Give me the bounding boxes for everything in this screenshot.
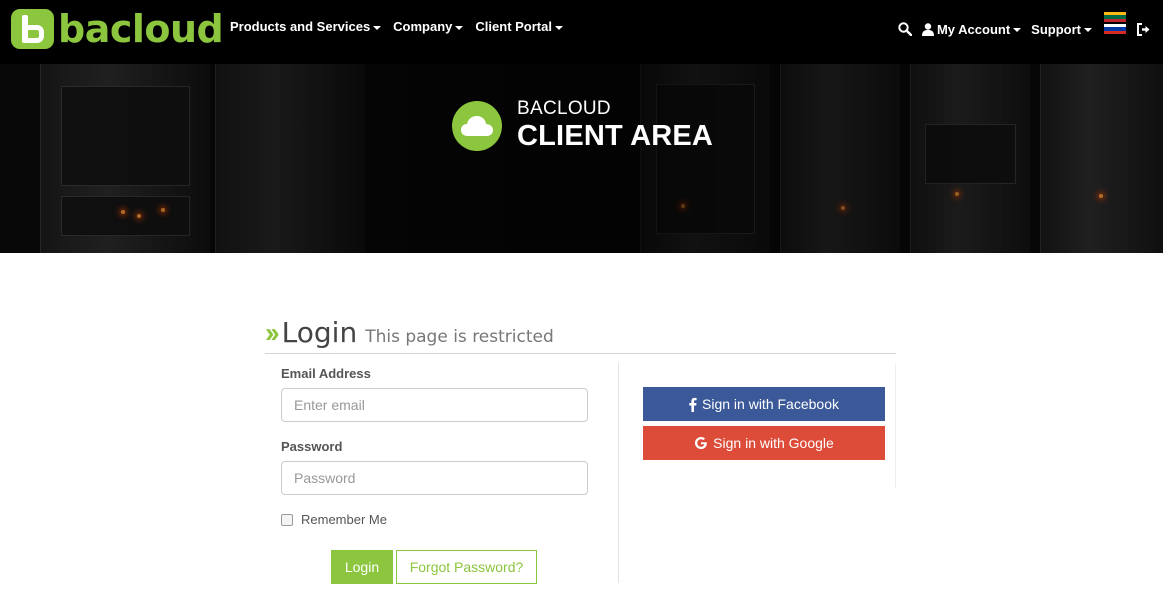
my-account-menu[interactable]: My Account: [921, 21, 1022, 37]
password-field[interactable]: [281, 461, 588, 495]
logo-b-icon: [11, 9, 54, 49]
language-switcher: [1104, 12, 1126, 46]
main-menu: Products and Services Company Client Por…: [230, 19, 563, 34]
hero-heading: CLIENT AREA: [517, 120, 714, 152]
caret-down-icon: [455, 25, 464, 30]
caret-down-icon: [554, 25, 563, 30]
my-account-label: My Account: [936, 21, 1011, 37]
caret-down-icon: [1084, 28, 1092, 32]
support-menu[interactable]: Support: [1031, 22, 1092, 37]
email-field[interactable]: [281, 388, 588, 422]
google-signin-label: Sign in with Google: [713, 435, 834, 451]
google-signin-button[interactable]: Sign in with Google: [643, 426, 885, 460]
page-title: Login: [281, 316, 358, 349]
nav-company[interactable]: Company: [393, 19, 464, 34]
nav-label: Products and Services: [230, 19, 371, 34]
facebook-signin-button[interactable]: Sign in with Facebook: [643, 387, 885, 421]
logout-icon[interactable]: [1136, 22, 1151, 36]
page-subtitle: This page is restricted: [365, 327, 554, 347]
cloud-icon: [452, 101, 502, 151]
column-divider: [618, 363, 619, 583]
nav-products-and-services[interactable]: Products and Services: [230, 19, 382, 34]
caret-down-icon: [1013, 28, 1022, 32]
caret-down-icon: [373, 25, 382, 30]
lithuania-flag-icon[interactable]: [1104, 12, 1126, 22]
nav-client-portal[interactable]: Client Portal: [475, 19, 563, 34]
utility-menu: My Account Support: [898, 12, 1151, 46]
user-icon: [921, 22, 934, 36]
login-button[interactable]: Login: [331, 550, 393, 584]
google-icon: [694, 436, 708, 450]
double-chevron-icon: ››: [265, 317, 280, 348]
remember-me[interactable]: Remember Me: [281, 512, 387, 527]
facebook-signin-label: Sign in with Facebook: [702, 396, 839, 412]
email-label: Email Address: [281, 366, 371, 381]
logo-text: bacloud: [58, 7, 224, 51]
remember-me-label: Remember Me: [301, 512, 387, 527]
hero-banner: BACLOUD CLIENT AREA: [0, 64, 1163, 253]
top-navbar: bacloud Products and Services Company Cl…: [0, 0, 1163, 64]
login-header: ›› Login This page is restricted: [265, 316, 896, 354]
nav-label: Client Portal: [475, 19, 552, 34]
hero-title: BACLOUD CLIENT AREA: [452, 99, 713, 153]
russia-flag-icon[interactable]: [1104, 24, 1126, 34]
hero-subtitle: BACLOUD: [517, 98, 611, 119]
password-label: Password: [281, 439, 343, 454]
nav-label: Company: [393, 19, 453, 34]
forgot-password-button[interactable]: Forgot Password?: [396, 550, 537, 584]
support-label: Support: [1031, 21, 1081, 37]
column-divider: [895, 363, 896, 488]
bacloud-logo[interactable]: bacloud: [11, 7, 224, 51]
remember-me-checkbox[interactable]: [281, 513, 293, 526]
facebook-icon: [689, 397, 697, 412]
search-icon[interactable]: [898, 22, 912, 36]
